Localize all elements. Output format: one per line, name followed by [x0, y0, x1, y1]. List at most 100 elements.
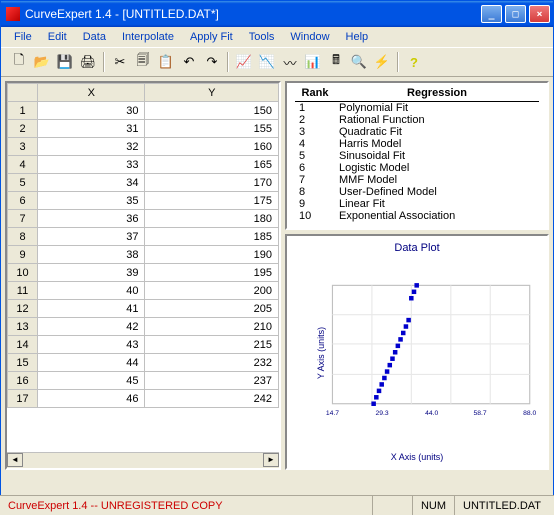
- table-row[interactable]: 231155: [8, 120, 279, 138]
- table-row[interactable]: 1443215: [8, 336, 279, 354]
- cell-y[interactable]: 200: [145, 282, 279, 300]
- close-button[interactable]: ×: [529, 5, 550, 23]
- cell-x[interactable]: 32: [38, 138, 145, 156]
- cell-y[interactable]: 242: [145, 390, 279, 408]
- menu-help[interactable]: Help: [339, 29, 376, 45]
- cell-x[interactable]: 42: [38, 318, 145, 336]
- cell-x[interactable]: 46: [38, 390, 145, 408]
- table-row[interactable]: 1039195: [8, 264, 279, 282]
- svg-text:14.7: 14.7: [326, 410, 339, 417]
- cell-y[interactable]: 232: [145, 354, 279, 372]
- cell-y[interactable]: 195: [145, 264, 279, 282]
- save-icon[interactable]: 💾: [55, 52, 75, 72]
- plot-area[interactable]: Y Axis (units) 14.729.344.058.788.0: [293, 258, 541, 448]
- open-icon[interactable]: 📂: [32, 52, 52, 72]
- rank-row[interactable]: 10Exponential Association: [295, 210, 539, 222]
- new-icon[interactable]: 🗋: [9, 52, 29, 72]
- plot4-icon[interactable]: 📊: [303, 52, 323, 72]
- plot2-icon[interactable]: 📉: [257, 52, 277, 72]
- table-row[interactable]: 433165: [8, 156, 279, 174]
- cell-y[interactable]: 185: [145, 228, 279, 246]
- table-row[interactable]: 1342210: [8, 318, 279, 336]
- rank-row[interactable]: 9Linear Fit: [295, 198, 539, 210]
- data-table[interactable]: X Y 130150231155332160433165534170635175…: [7, 83, 279, 408]
- col-header-x[interactable]: X: [38, 84, 145, 102]
- h-scrollbar[interactable]: ◄ ►: [7, 452, 279, 468]
- menu-data[interactable]: Data: [76, 29, 113, 45]
- menu-file[interactable]: File: [7, 29, 39, 45]
- cell-y[interactable]: 170: [145, 174, 279, 192]
- cell-y[interactable]: 180: [145, 210, 279, 228]
- scroll-right-icon[interactable]: ►: [263, 453, 279, 467]
- cell-y[interactable]: 210: [145, 318, 279, 336]
- rank-row[interactable]: 4Harris Model: [295, 138, 539, 150]
- undo-icon[interactable]: ↶: [179, 52, 199, 72]
- menu-edit[interactable]: Edit: [41, 29, 74, 45]
- plot1-icon[interactable]: 📈: [234, 52, 254, 72]
- cell-x[interactable]: 39: [38, 264, 145, 282]
- table-row[interactable]: 332160: [8, 138, 279, 156]
- copy-icon[interactable]: 🗐: [133, 52, 153, 72]
- cell-y[interactable]: 190: [145, 246, 279, 264]
- cell-x[interactable]: 37: [38, 228, 145, 246]
- cell-y[interactable]: 175: [145, 192, 279, 210]
- cell-x[interactable]: 33: [38, 156, 145, 174]
- rank-row[interactable]: 5Sinusoidal Fit: [295, 150, 539, 162]
- table-row[interactable]: 635175: [8, 192, 279, 210]
- redo-icon[interactable]: ↷: [202, 52, 222, 72]
- table-row[interactable]: 837185: [8, 228, 279, 246]
- cell-y[interactable]: 215: [145, 336, 279, 354]
- cell-x[interactable]: 35: [38, 192, 145, 210]
- row-header: 8: [8, 228, 38, 246]
- cell-x[interactable]: 43: [38, 336, 145, 354]
- rank-row[interactable]: 8User-Defined Model: [295, 186, 539, 198]
- scroll-left-icon[interactable]: ◄: [7, 453, 23, 467]
- cell-x[interactable]: 31: [38, 120, 145, 138]
- rank-row[interactable]: 3Quadratic Fit: [295, 126, 539, 138]
- cell-y[interactable]: 165: [145, 156, 279, 174]
- table-row[interactable]: 130150: [8, 102, 279, 120]
- minimize-button[interactable]: _: [481, 5, 502, 23]
- menu-window[interactable]: Window: [283, 29, 336, 45]
- print-icon[interactable]: 🖨: [78, 52, 98, 72]
- table-row[interactable]: 1544232: [8, 354, 279, 372]
- cell-x[interactable]: 36: [38, 210, 145, 228]
- cell-x[interactable]: 40: [38, 282, 145, 300]
- cell-x[interactable]: 30: [38, 102, 145, 120]
- maximize-button[interactable]: □: [505, 5, 526, 23]
- cell-x[interactable]: 41: [38, 300, 145, 318]
- table-row[interactable]: 736180: [8, 210, 279, 228]
- rank-number: 9: [295, 198, 335, 210]
- table-row[interactable]: 1746242: [8, 390, 279, 408]
- rank-row[interactable]: 1Polynomial Fit: [295, 102, 539, 115]
- cell-y[interactable]: 155: [145, 120, 279, 138]
- table-row[interactable]: 1241205: [8, 300, 279, 318]
- menu-applyfit[interactable]: Apply Fit: [183, 29, 240, 45]
- cell-x[interactable]: 44: [38, 354, 145, 372]
- cell-x[interactable]: 38: [38, 246, 145, 264]
- table-row[interactable]: 1140200: [8, 282, 279, 300]
- rank-table[interactable]: Rank Regression 1Polynomial Fit2Rational…: [295, 87, 539, 222]
- table-row[interactable]: 1645237: [8, 372, 279, 390]
- menu-interpolate[interactable]: Interpolate: [115, 29, 181, 45]
- run-icon[interactable]: ⚡: [372, 52, 392, 72]
- cell-x[interactable]: 45: [38, 372, 145, 390]
- plot5-icon[interactable]: 🖩: [326, 52, 346, 72]
- cut-icon[interactable]: ✂: [110, 52, 130, 72]
- rank-row[interactable]: 2Rational Function: [295, 114, 539, 126]
- rank-row[interactable]: 7MMF Model: [295, 174, 539, 186]
- cell-y[interactable]: 160: [145, 138, 279, 156]
- table-row[interactable]: 534170: [8, 174, 279, 192]
- help-icon[interactable]: ?: [404, 52, 424, 72]
- menu-tools[interactable]: Tools: [242, 29, 282, 45]
- plot3-icon[interactable]: 〰: [280, 52, 300, 72]
- table-row[interactable]: 938190: [8, 246, 279, 264]
- find-icon[interactable]: 🔍: [349, 52, 369, 72]
- rank-row[interactable]: 6Logistic Model: [295, 162, 539, 174]
- cell-y[interactable]: 237: [145, 372, 279, 390]
- cell-y[interactable]: 205: [145, 300, 279, 318]
- cell-x[interactable]: 34: [38, 174, 145, 192]
- cell-y[interactable]: 150: [145, 102, 279, 120]
- col-header-y[interactable]: Y: [145, 84, 279, 102]
- paste-icon[interactable]: 📋: [156, 52, 176, 72]
